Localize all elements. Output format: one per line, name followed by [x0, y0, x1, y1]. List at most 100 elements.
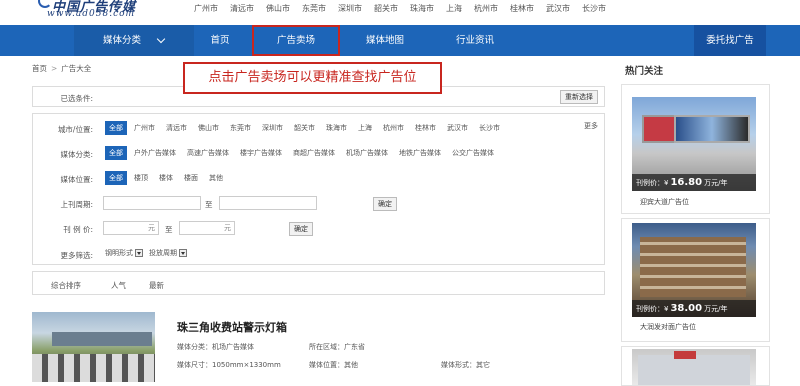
sort-newest[interactable]: 最新	[149, 280, 164, 291]
city-link[interactable]: 上海	[440, 3, 468, 14]
listing-image[interactable]	[32, 312, 155, 382]
period-to: 至	[205, 200, 213, 209]
city-option[interactable]: 深圳市	[258, 121, 287, 135]
hot-card[interactable]: 刊例价：¥ 16.80 万元/年 迎宾大道广告位	[621, 84, 770, 214]
nav-ad-market[interactable]: 广告卖场	[252, 25, 340, 56]
price-unit: 万元/年	[704, 179, 728, 187]
period-select-value: 投放周期	[149, 249, 177, 257]
callout-annotation: 点击广告卖场可以更精准查找广告位	[183, 62, 442, 94]
reset-button[interactable]: 重新选择	[560, 90, 598, 104]
city-link[interactable]: 广州市	[188, 3, 224, 14]
city-link[interactable]: 长沙市	[576, 3, 612, 14]
city-option[interactable]: 长沙市	[475, 121, 504, 135]
listing-size: 媒体尺寸：1050mm×1330mm	[177, 361, 281, 369]
listing-title[interactable]: 珠三角收费站警示灯箱	[177, 319, 287, 335]
media-type-label: 媒体分类:	[60, 150, 93, 159]
city-link[interactable]: 东莞市	[296, 3, 332, 14]
nav-home[interactable]: 首页	[196, 25, 244, 56]
city-link[interactable]: 珠海市	[404, 3, 440, 14]
period-confirm-button[interactable]: 确定	[373, 197, 397, 211]
city-option[interactable]: 珠海市	[322, 121, 351, 135]
city-option[interactable]: 东莞市	[226, 121, 255, 135]
hot-card-name[interactable]: 迎宾大道广告位	[640, 197, 689, 207]
price-unit: 万元/年	[704, 305, 728, 313]
building-shape	[638, 355, 750, 385]
city-link[interactable]: 佛山市	[260, 3, 296, 14]
listing-region: 所在区域：广东省	[309, 343, 365, 351]
city-option[interactable]: 韶关市	[290, 121, 319, 135]
nav-media-category[interactable]: 媒体分类	[74, 25, 194, 56]
nav-industry-news[interactable]: 行业资讯	[445, 25, 505, 56]
more-filter-label: 更多筛选:	[60, 251, 93, 260]
nav-media-category-label: 媒体分类	[102, 35, 141, 46]
price-label: 刊例价：¥	[636, 179, 669, 187]
building-shape	[640, 237, 746, 297]
hot-section-title: 热门关注	[625, 66, 664, 77]
dropdown-arrow-icon	[135, 249, 143, 257]
media-type-option[interactable]: 公交广告媒体	[448, 146, 498, 160]
hot-card-price: 刊例价：¥ 16.80 万元/年	[632, 174, 756, 191]
position-option[interactable]: 楼面	[180, 171, 202, 185]
city-link[interactable]: 桂林市	[504, 3, 540, 14]
city-link[interactable]: 清远市	[224, 3, 260, 14]
breadcrumb-separator: >	[51, 64, 58, 73]
media-type-option[interactable]: 机场广告媒体	[342, 146, 392, 160]
form-select[interactable]: 钢明形式	[105, 248, 143, 258]
city-link[interactable]: 杭州市	[468, 3, 504, 14]
top-bar: 中国广告传媒 www.ad058.com 广州市 清远市 佛山市 东莞市 深圳市…	[0, 0, 800, 24]
media-type-option[interactable]: 楼宇广告媒体	[236, 146, 286, 160]
media-type-option[interactable]: 高速广告媒体	[183, 146, 233, 160]
period-select[interactable]: 投放周期	[149, 248, 187, 258]
breadcrumb-home[interactable]: 首页	[32, 64, 47, 73]
position-row: 全部 楼顶 楼体 楼面 其他	[105, 171, 230, 185]
media-type-option[interactable]: 商超广告媒体	[289, 146, 339, 160]
position-option[interactable]: 其他	[205, 171, 227, 185]
hot-card-name[interactable]: 大润发对面广告位	[640, 322, 696, 332]
price-max-input[interactable]: 元	[179, 221, 235, 235]
city-option[interactable]: 佛山市	[194, 121, 223, 135]
city-option[interactable]: 清远市	[162, 121, 191, 135]
image-booths	[32, 354, 155, 382]
city-link[interactable]: 武汉市	[540, 3, 576, 14]
listing-form: 媒体形式：其它	[441, 361, 490, 369]
hot-card[interactable]: 刊例价：¥ 38.00 万元/年 大润发对面广告位	[621, 218, 770, 342]
city-option[interactable]: 全部	[105, 121, 127, 135]
period-start-input[interactable]	[103, 196, 201, 210]
selected-label: 已选条件:	[60, 94, 93, 103]
sort-popular[interactable]: 人气	[111, 280, 126, 291]
period-end-input[interactable]	[219, 196, 317, 210]
logo-url: www.ad058.com	[47, 9, 136, 19]
sort-default[interactable]: 综合排序	[51, 280, 81, 291]
hot-card-image: 刊例价：¥ 38.00 万元/年	[632, 223, 756, 317]
position-option[interactable]: 全部	[105, 171, 127, 185]
hot-card-image: 刊例价：¥ 16.80 万元/年	[632, 97, 756, 191]
listing-position: 媒体位置：其他	[309, 361, 358, 369]
hot-card[interactable]	[621, 346, 770, 386]
price-min-input[interactable]: 元	[103, 221, 159, 235]
position-option[interactable]: 楼顶	[130, 171, 152, 185]
city-link[interactable]: 深圳市	[332, 3, 368, 14]
city-option[interactable]: 武汉市	[443, 121, 472, 135]
price-value: 38.00	[670, 303, 703, 314]
more-cities-link[interactable]: 更多	[584, 121, 598, 131]
city-option[interactable]: 桂林市	[411, 121, 440, 135]
media-type-option[interactable]: 全部	[105, 146, 127, 160]
price-label: 刊例价：¥	[636, 305, 669, 313]
hot-card-image	[632, 349, 756, 385]
price-confirm-button[interactable]: 确定	[289, 222, 313, 236]
position-label: 媒体位置:	[60, 175, 93, 184]
position-option[interactable]: 楼体	[155, 171, 177, 185]
city-filter-row: 全部 广州市 清远市 佛山市 东莞市 深圳市 韶关市 珠海市 上海 杭州市 桂林…	[105, 121, 507, 135]
city-option[interactable]: 上海	[354, 121, 376, 135]
period-label: 上刊周期:	[60, 200, 93, 209]
city-option[interactable]: 广州市	[130, 121, 159, 135]
city-link[interactable]: 韶关市	[368, 3, 404, 14]
city-option[interactable]: 杭州市	[379, 121, 408, 135]
nav-media-map[interactable]: 媒体地图	[355, 25, 415, 56]
breadcrumb-current: 广告大全	[61, 64, 92, 73]
media-type-option[interactable]: 户外广告媒体	[130, 146, 180, 160]
site-logo[interactable]: 中国广告传媒 www.ad058.com	[38, 0, 158, 22]
price-label: 刊 例 价:	[63, 225, 93, 234]
nav-entrust-button[interactable]: 委托找广告	[694, 25, 766, 56]
media-type-option[interactable]: 地铁广告媒体	[395, 146, 445, 160]
